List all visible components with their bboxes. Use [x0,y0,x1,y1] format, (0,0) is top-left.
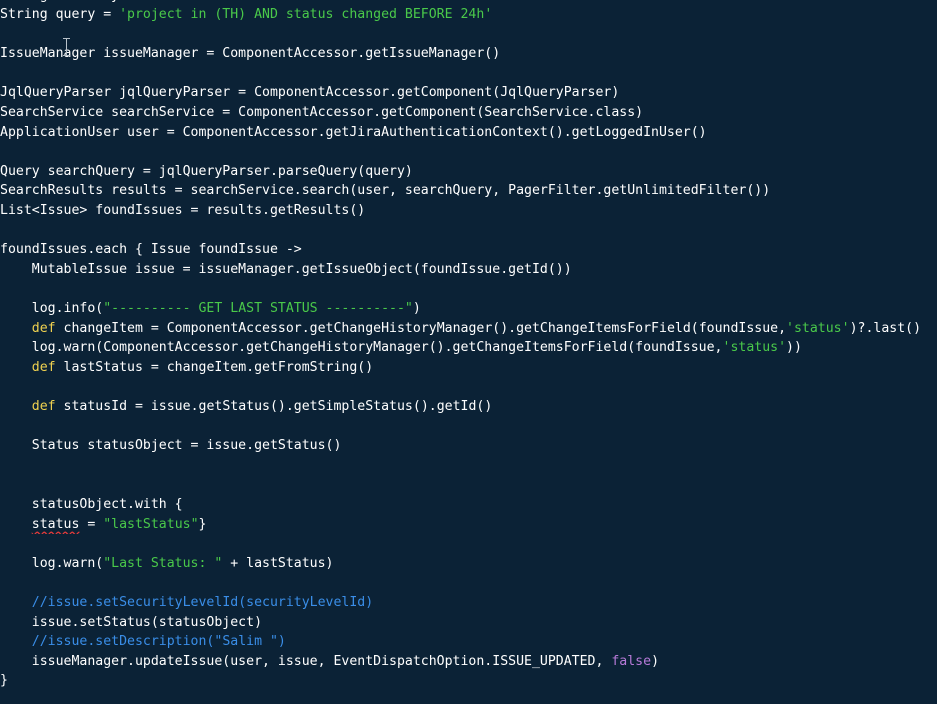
code-line: MutableIssue issue = issueManager.getIss… [0,260,937,280]
code-text: IssueManager issueManager = ComponentAcc… [0,46,501,62]
keyword: def [31,359,56,375]
comment: //issue.setSecurityLevelId(securityLevel… [31,594,374,610]
code-line: ​ [0,279,937,299]
code-text: changeItem = ComponentAccessor.getChange… [55,320,787,336]
string-literal: "lastStatus" [103,516,199,532]
code-line: ​ [0,475,937,495]
code-line: ​ [0,377,937,397]
code-line: ​ [0,534,937,554]
code-line: ​ [0,142,937,162]
code-text: )?.last() [849,320,922,336]
code-text: SearchService searchService = ComponentA… [0,105,644,121]
code-line: ​ [0,456,937,476]
code-text: statusObject.with { [0,496,183,512]
code-text: String securityLevelId = 10000 [0,0,238,3]
code-line: status = "lastStatus"} [0,515,937,535]
code-text: Query searchQuery = jqlQueryParser.parse… [0,163,413,179]
code-text: } [198,516,207,532]
code-line: } [0,671,937,691]
code-text: List<Issue> foundIssues = results.getRes… [0,203,366,219]
code-line: ​ [0,25,937,45]
code-text: MutableIssue issue = issueManager.getIss… [0,261,572,277]
code-line: ​ [0,573,937,593]
code-line: String query = 'project in (TH) AND stat… [0,5,937,25]
text-cursor-ibeam-icon [63,38,71,56]
code-content[interactable]: String securityLevelId = 10000 String que… [0,0,937,691]
string-literal: 'project in (TH) AND status changed BEFO… [119,7,493,23]
code-text: lastStatus = changeItem.getFromString() [55,359,374,375]
string-literal: "---------- GET LAST STATUS ----------" [103,301,413,316]
string-literal: 'status' [786,320,850,336]
code-text: Status statusObject = issue.getStatus() [0,438,342,454]
keyword: def [31,398,56,414]
code-line: SearchService searchService = ComponentA… [0,103,937,123]
code-line: foundIssues.each { Issue foundIssue -> [0,240,937,260]
code-text: + lastStatus) [222,555,334,571]
code-line: log.warn("Last Status: " + lastStatus) [0,554,937,574]
code-line: SearchResults results = searchService.se… [0,181,937,201]
code-text: ) [651,653,660,669]
code-line: issueManager.updateIssue(user, issue, Ev… [0,652,937,672]
code-line: //issue.setDescription("Salim ") [0,632,937,652]
code-text: log.warn(ComponentAccessor.getChangeHist… [0,340,723,356]
code-text: SearchResults results = searchService.se… [0,183,771,199]
code-text: )) [786,340,802,356]
code-line: log.info("---------- GET LAST STATUS ---… [0,299,937,319]
code-line: def lastStatus = changeItem.getFromStrin… [0,358,937,378]
keyword: def [31,320,56,336]
code-line: List<Issue> foundIssues = results.getRes… [0,201,937,221]
code-line: //issue.setSecurityLevelId(securityLevel… [0,593,937,613]
code-line: issue.setStatus(statusObject) [0,613,937,633]
code-text: issueManager.updateIssue(user, issue, Ev… [0,653,612,669]
code-text: ApplicationUser user = ComponentAccessor… [0,124,707,140]
code-editor[interactable]: String securityLevelId = 10000 String que… [0,0,937,704]
code-line: def statusId = issue.getStatus().getSimp… [0,397,937,417]
code-line: ​ [0,221,937,241]
boolean-literal: false [611,653,652,669]
code-line: ApplicationUser user = ComponentAccessor… [0,123,937,143]
code-line: def changeItem = ComponentAccessor.getCh… [0,319,937,339]
code-text: foundIssues.each { Issue foundIssue -> [0,242,302,258]
code-line: statusObject.with { [0,495,937,515]
code-text: = [79,516,104,532]
code-text: statusId = issue.getStatus().getSimpleSt… [55,398,493,414]
code-text: } [0,673,8,689]
code-text: ) [412,301,421,316]
code-text: issue.setStatus(statusObject) [0,614,263,630]
code-line: Status statusObject = issue.getStatus() [0,436,937,456]
error-underlined-token: status [31,516,80,532]
code-line: ​ [0,64,937,84]
comment: //issue.setDescription("Salim ") [31,634,286,650]
code-text: JqlQueryParser jqlQueryParser = Componen… [0,85,620,101]
code-line: Query searchQuery = jqlQueryParser.parse… [0,162,937,182]
code-line: IssueManager issueManager = ComponentAcc… [0,44,937,64]
code-text: log.warn( [0,555,104,571]
string-literal: "Last Status: " [103,555,223,571]
string-literal: 'status' [722,340,787,356]
code-line: ​ [0,417,937,437]
code-line: JqlQueryParser jqlQueryParser = Componen… [0,83,937,103]
code-text: String query = [0,7,120,23]
code-text: log.info( [0,301,104,316]
code-line: log.warn(ComponentAccessor.getChangeHist… [0,338,937,358]
